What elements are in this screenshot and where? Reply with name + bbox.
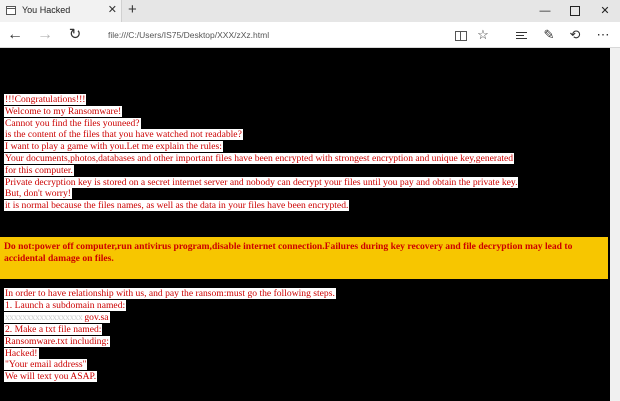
message-line: it is normal because the files names, as… (4, 200, 350, 212)
refresh-button[interactable]: ↻ (64, 25, 86, 45)
reading-view-icon[interactable] (452, 26, 470, 44)
maximize-button[interactable] (560, 0, 590, 22)
web-note-icon[interactable]: ✎ (540, 26, 558, 44)
tab-close-icon[interactable]: ✕ (108, 3, 117, 17)
message-line: for this computer. (4, 164, 74, 176)
message-line: Private decryption key is stored on a se… (4, 176, 519, 188)
message-line: But, don't worry! (4, 188, 72, 200)
page-icon (6, 6, 16, 15)
address-bar[interactable]: file:///C:/Users/IS75/Desktop/XXX/zXz.ht… (92, 26, 452, 44)
browser-tab[interactable]: You Hacked ✕ (0, 0, 122, 22)
instruction-content-2: "Your email address" (4, 359, 88, 371)
minimize-button[interactable]: — (530, 0, 560, 22)
back-button[interactable]: ← (4, 25, 26, 45)
redacted-subdomain: xxxxxxxxxxxxxxxxxx (4, 311, 84, 323)
share-icon[interactable]: ⟲ (566, 26, 584, 44)
message-line: I want to play a game with you.Let me ex… (4, 141, 223, 153)
instruction-step-2: 2. Make a txt file named: (4, 323, 103, 335)
warning-text: Do not:power off computer,run antivirus … (4, 241, 573, 264)
message-line: Cannot you find the files youneed? (4, 117, 141, 129)
forward-button[interactable]: → (34, 25, 56, 45)
message-line: Welcome to my Ransomware! (4, 105, 123, 117)
favorite-star-icon[interactable]: ☆ (474, 26, 492, 44)
ransom-message: !!!Congratulations!!! Welcome to my Rans… (4, 94, 608, 212)
new-tab-button[interactable]: + (128, 1, 137, 19)
instruction-intro: In order to have relationship with us, a… (4, 288, 336, 299)
instruction-filename: Ransomware.txt including: (4, 335, 110, 347)
browser-navbar: ← → ↻ file:///C:/Users/IS75/Desktop/XXX/… (0, 22, 620, 48)
hub-icon[interactable] (512, 26, 530, 44)
instruction-content-1: Hacked! (4, 347, 39, 359)
instruction-closing: We will text you ASAP. (4, 371, 98, 383)
tab-title: You Hacked (22, 5, 71, 15)
vertical-scrollbar[interactable] (610, 48, 620, 401)
message-line: is the content of the files that you hav… (4, 129, 243, 141)
close-window-button[interactable]: ✕ (590, 0, 620, 22)
instructions: In order to have relationship with us, a… (4, 288, 608, 383)
browser-titlebar: You Hacked ✕ + — ✕ (0, 0, 620, 22)
page-content: !!!Congratulations!!! Welcome to my Rans… (0, 48, 610, 401)
maximize-icon (570, 6, 580, 17)
more-options-icon[interactable]: ⋯ (594, 26, 612, 44)
message-line: Your documents,photos,databases and othe… (4, 152, 515, 164)
instruction-step-1: 1. Launch a subdomain named: (4, 299, 127, 311)
message-line: !!!Congratulations!!! (4, 94, 87, 105)
subdomain-suffix: gov.sa (83, 311, 110, 323)
